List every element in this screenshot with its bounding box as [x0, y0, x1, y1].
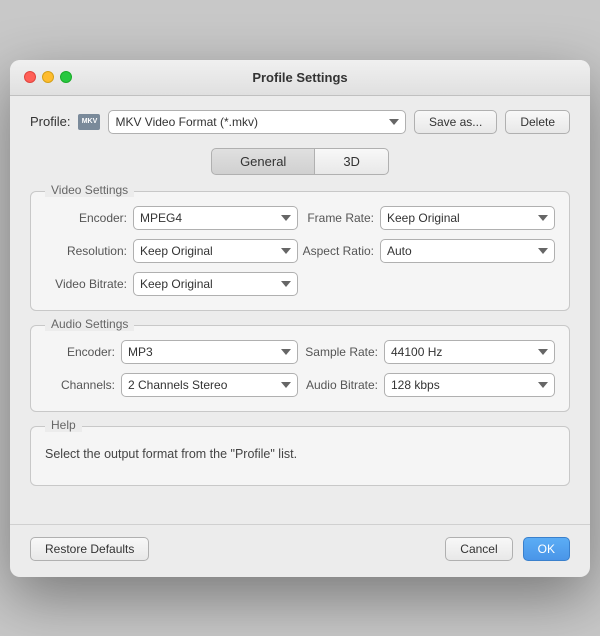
bottom-right-buttons: Cancel OK: [445, 537, 570, 561]
bottom-bar: Restore Defaults Cancel OK: [10, 524, 590, 577]
channels-label: Channels:: [45, 378, 115, 392]
audio-encoder-row: Encoder: MP3AACOGGFLACWAV: [45, 340, 298, 364]
encoder-row: Encoder: MPEG4H.264H.265VP8VP9: [45, 206, 298, 230]
video-settings-title: Video Settings: [45, 183, 134, 197]
resolution-label: Resolution:: [45, 244, 127, 258]
sample-rate-row: Sample Rate: 44100 Hz22050 Hz48000 Hz960…: [302, 340, 555, 364]
help-section: Help Select the output format from the "…: [30, 426, 570, 486]
traffic-lights: [24, 71, 72, 83]
minimize-button[interactable]: [42, 71, 54, 83]
video-settings-section: Video Settings Encoder: MPEG4H.264H.265V…: [30, 191, 570, 311]
resolution-row: Resolution: Keep Original1920x10801280x7…: [45, 239, 298, 263]
video-bitrate-label: Video Bitrate:: [45, 277, 127, 291]
help-text: Select the output format from the "Profi…: [45, 447, 555, 461]
help-title: Help: [45, 418, 82, 432]
channels-select[interactable]: 2 Channels Stereo1 Channel Mono6 Channel…: [121, 373, 298, 397]
close-button[interactable]: [24, 71, 36, 83]
encoder-select[interactable]: MPEG4H.264H.265VP8VP9: [133, 206, 298, 230]
delete-button[interactable]: Delete: [505, 110, 570, 134]
sample-rate-select[interactable]: 44100 Hz22050 Hz48000 Hz96000 Hz: [384, 340, 555, 364]
frame-rate-label: Frame Rate:: [302, 211, 374, 225]
tab-general[interactable]: General: [211, 148, 315, 175]
audio-bitrate-row: Audio Bitrate: 128 kbps64 kbps192 kbps25…: [302, 373, 555, 397]
audio-settings-section: Audio Settings Encoder: MP3AACOGGFLACWAV…: [30, 325, 570, 412]
titlebar: Profile Settings: [10, 60, 590, 96]
audio-encoder-label: Encoder:: [45, 345, 115, 359]
frame-rate-row: Frame Rate: Keep Original24 fps25 fps30 …: [302, 206, 555, 230]
save-as-button[interactable]: Save as...: [414, 110, 497, 134]
aspect-ratio-row: Aspect Ratio: Auto4:316:916:10: [302, 239, 555, 263]
restore-defaults-button[interactable]: Restore Defaults: [30, 537, 149, 561]
audio-bitrate-select[interactable]: 128 kbps64 kbps192 kbps256 kbps320 kbps: [384, 373, 555, 397]
tab-3d[interactable]: 3D: [315, 148, 389, 175]
profile-select[interactable]: MKV Video Format (*.mkv)MP4 Video Format…: [108, 110, 405, 134]
sample-rate-label: Sample Rate:: [302, 345, 378, 359]
resolution-select[interactable]: Keep Original1920x10801280x720854x480: [133, 239, 298, 263]
aspect-ratio-label: Aspect Ratio:: [302, 244, 374, 258]
cancel-button[interactable]: Cancel: [445, 537, 512, 561]
video-bitrate-row: Video Bitrate: Keep Original512 kbps1024…: [45, 272, 298, 296]
main-content: Profile: MKV MKV Video Format (*.mkv)MP4…: [10, 96, 590, 516]
frame-rate-select[interactable]: Keep Original24 fps25 fps30 fps60 fps: [380, 206, 555, 230]
mkv-icon: MKV: [78, 114, 100, 130]
video-bitrate-select[interactable]: Keep Original512 kbps1024 kbps2048 kbps: [133, 272, 298, 296]
channels-row: Channels: 2 Channels Stereo1 Channel Mon…: [45, 373, 298, 397]
ok-button[interactable]: OK: [523, 537, 570, 561]
tabs: General 3D: [30, 148, 570, 175]
audio-bitrate-label: Audio Bitrate:: [302, 378, 378, 392]
audio-settings-title: Audio Settings: [45, 317, 134, 331]
aspect-ratio-select[interactable]: Auto4:316:916:10: [380, 239, 555, 263]
maximize-button[interactable]: [60, 71, 72, 83]
window-title: Profile Settings: [252, 70, 347, 85]
profile-settings-window: Profile Settings Profile: MKV MKV Video …: [10, 60, 590, 577]
encoder-label: Encoder:: [45, 211, 127, 225]
profile-row: Profile: MKV MKV Video Format (*.mkv)MP4…: [30, 110, 570, 134]
audio-encoder-select[interactable]: MP3AACOGGFLACWAV: [121, 340, 298, 364]
profile-label: Profile:: [30, 114, 70, 129]
